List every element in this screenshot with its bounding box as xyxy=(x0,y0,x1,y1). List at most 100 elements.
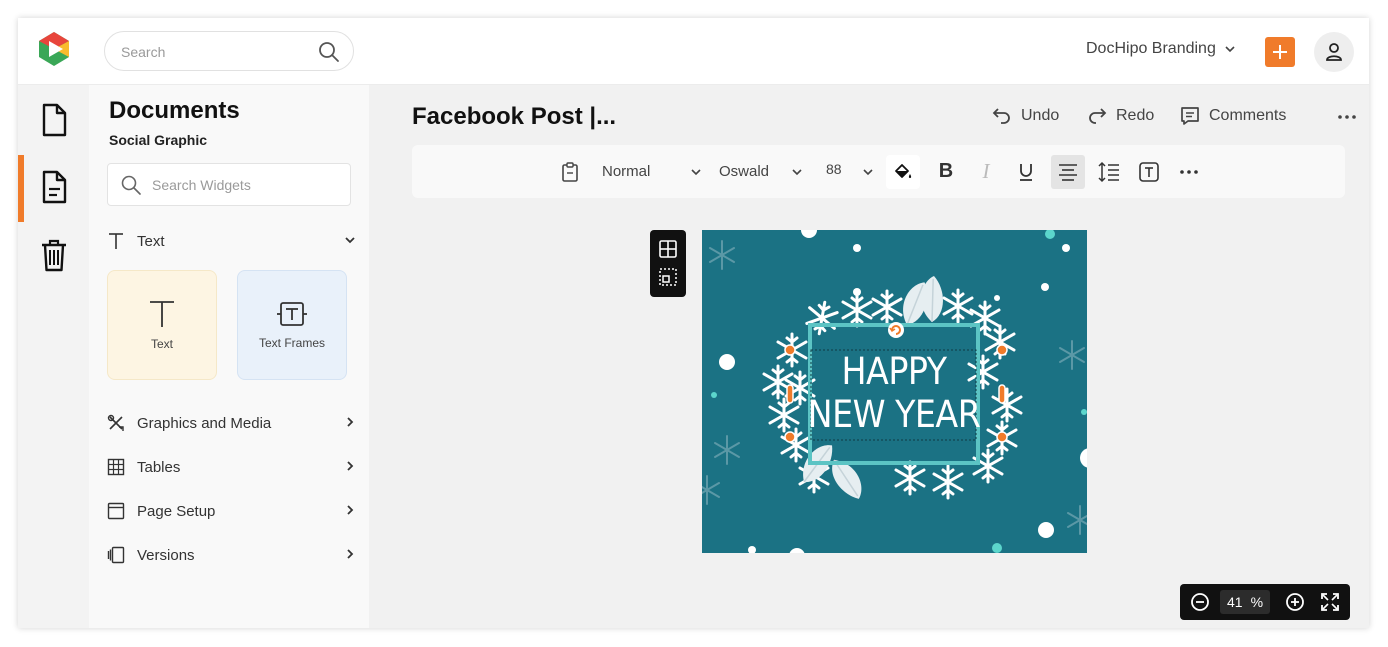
section-graphics-media[interactable]: Graphics and Media xyxy=(107,410,357,436)
search-icon[interactable] xyxy=(318,41,340,63)
user-icon xyxy=(1326,43,1342,61)
underline-button[interactable] xyxy=(1012,145,1040,198)
left-rail xyxy=(18,85,89,628)
zoom-value: 41 xyxy=(1226,594,1243,610)
rail-item-widgets[interactable] xyxy=(18,157,89,217)
text-style-dropdown[interactable]: Normal xyxy=(602,145,702,198)
trash-icon xyxy=(41,239,66,272)
table-icon xyxy=(107,458,125,476)
font-size-dropdown[interactable]: 88 xyxy=(826,145,874,198)
dochipo-logo[interactable] xyxy=(35,30,73,68)
chevron-right-icon xyxy=(347,505,354,515)
section-versions-label: Versions xyxy=(137,546,195,564)
chevron-right-icon xyxy=(347,417,354,427)
more-horizontal-icon xyxy=(1338,115,1356,119)
chevron-down-icon xyxy=(345,237,355,244)
zoom-level[interactable]: 41 % xyxy=(1220,590,1270,614)
grid-icon[interactable] xyxy=(658,239,678,259)
font-size-value: 88 xyxy=(826,160,842,177)
comments-button[interactable]: Comments xyxy=(1179,105,1286,127)
artboard-text-new-year[interactable]: NEW YEAR xyxy=(702,393,1087,436)
section-tables[interactable]: Tables xyxy=(107,454,357,480)
undo-button[interactable]: Undo xyxy=(991,105,1059,127)
global-search[interactable] xyxy=(104,31,354,71)
italic-button[interactable]: I xyxy=(972,145,1000,198)
chevron-down-icon xyxy=(691,168,701,175)
paint-bucket-icon xyxy=(895,164,912,178)
section-versions[interactable]: Versions xyxy=(107,542,357,568)
redo-button[interactable]: Redo xyxy=(1086,105,1154,127)
section-graphics-media-label: Graphics and Media xyxy=(137,414,272,432)
zoom-control: 41 % xyxy=(1180,584,1350,620)
select-area-icon[interactable] xyxy=(658,267,678,287)
section-tables-label: Tables xyxy=(137,458,181,476)
document-lines-icon xyxy=(42,170,66,204)
fullscreen-icon[interactable] xyxy=(1320,592,1340,612)
brand-name: DocHipo Branding xyxy=(1086,40,1216,57)
panel-title: Documents xyxy=(109,97,240,124)
section-page-setup-label: Page Setup xyxy=(137,502,216,520)
profile-button[interactable] xyxy=(1314,32,1354,72)
page-setup-icon xyxy=(107,502,125,520)
rail-item-documents[interactable] xyxy=(18,90,89,150)
comment-icon xyxy=(1181,107,1199,125)
text-icon xyxy=(109,233,123,249)
global-search-input[interactable] xyxy=(121,41,311,63)
chevron-right-icon xyxy=(347,549,354,559)
font-family-dropdown[interactable]: Oswald xyxy=(719,145,803,198)
more-horizontal-icon xyxy=(1180,169,1198,174)
undo-icon xyxy=(992,108,1010,124)
brand-switcher[interactable]: DocHipo Branding xyxy=(1086,40,1236,58)
section-text-label: Text xyxy=(137,232,165,250)
section-text[interactable]: Text xyxy=(107,228,357,254)
widget-search[interactable] xyxy=(107,163,351,206)
text-color-button[interactable] xyxy=(886,155,920,189)
rail-item-trash[interactable] xyxy=(18,225,89,285)
widget-card-text-frames[interactable]: Text Frames xyxy=(237,270,347,380)
chevron-down-icon xyxy=(792,168,802,175)
chevron-right-icon xyxy=(347,461,354,471)
text-frame-icon xyxy=(277,302,307,326)
font-family-value: Oswald xyxy=(719,163,770,180)
panel-subtitle: Social Graphic xyxy=(109,132,208,148)
redo-label: Redo xyxy=(1116,107,1155,124)
chevron-down-icon xyxy=(863,168,873,175)
chevron-down-icon xyxy=(1225,46,1235,53)
zoom-out-icon[interactable] xyxy=(1190,592,1210,612)
align-center-icon xyxy=(1059,164,1077,181)
editor-area: Facebook Post |... Undo Redo Comments No… xyxy=(369,85,1369,628)
widget-search-input[interactable] xyxy=(152,175,332,195)
zoom-in-icon[interactable] xyxy=(1285,592,1305,612)
text-box-icon xyxy=(1139,161,1159,182)
widget-panel: Documents Social Graphic Text xyxy=(89,85,369,628)
widget-card-text[interactable]: Text xyxy=(107,270,217,380)
bold-button[interactable]: B xyxy=(932,145,960,198)
zoom-unit: % xyxy=(1250,594,1264,610)
bold-icon: B xyxy=(938,160,954,182)
comments-label: Comments xyxy=(1209,107,1287,124)
toolbar-more-button[interactable] xyxy=(1175,145,1203,198)
line-spacing-icon xyxy=(1098,161,1119,182)
artboard-text-happy[interactable]: HAPPY xyxy=(702,350,1087,393)
search-icon xyxy=(121,175,141,195)
create-new-button[interactable] xyxy=(1265,37,1295,67)
more-options-button[interactable] xyxy=(1337,107,1357,127)
clipboard-icon xyxy=(562,161,578,182)
design-artboard[interactable]: HAPPY NEW YEAR xyxy=(702,230,1087,553)
floating-tools xyxy=(650,230,686,297)
widget-card-text-frames-label: Text Frames xyxy=(258,336,325,350)
italic-icon: I xyxy=(982,159,990,183)
text-icon xyxy=(150,301,174,327)
align-center-button[interactable] xyxy=(1051,155,1085,189)
line-spacing-button[interactable] xyxy=(1095,145,1123,198)
document-title[interactable]: Facebook Post |... xyxy=(412,103,616,131)
text-box-button[interactable] xyxy=(1135,145,1163,198)
paste-style-button[interactable] xyxy=(557,145,583,198)
text-toolbar: Normal Oswald 88 B I xyxy=(412,145,1345,198)
section-page-setup[interactable]: Page Setup xyxy=(107,498,357,524)
graphics-icon xyxy=(107,414,124,431)
underline-icon xyxy=(1020,163,1032,181)
text-style-value: Normal xyxy=(602,163,651,180)
undo-label: Undo xyxy=(1021,107,1060,124)
redo-icon xyxy=(1089,108,1107,124)
